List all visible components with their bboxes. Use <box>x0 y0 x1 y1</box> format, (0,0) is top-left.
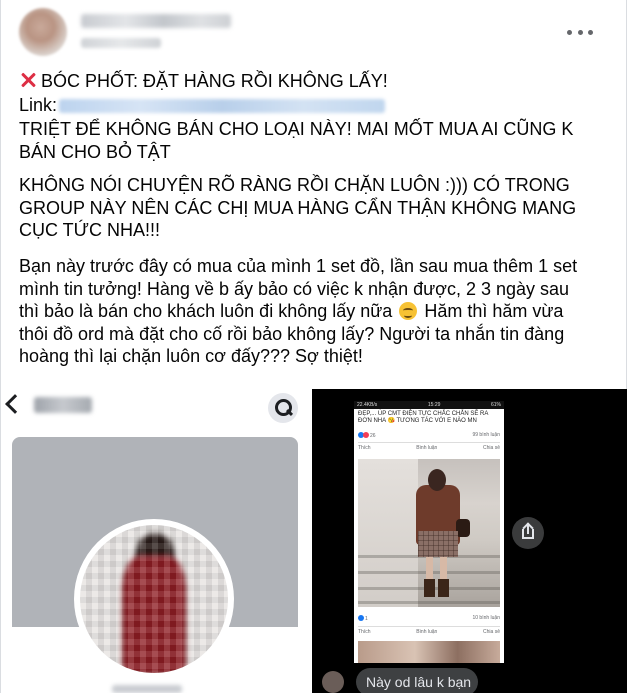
author-avatar[interactable] <box>19 8 67 56</box>
action-bar-1: Thích Bình luận Chia sẻ <box>358 442 500 451</box>
shared-post-preview[interactable]: 22.4KB/s 15:29 61% ĐẸP,... ÚP CMT ĐIỆN T… <box>354 401 504 663</box>
like-icon <box>358 615 364 621</box>
post-title: BÓC PHỐT: ĐẶT HÀNG RỒI KHÔNG LẤY! <box>41 71 388 91</box>
action-bar-2: Thích Bình luận Chia sẻ <box>358 626 500 635</box>
search-icon[interactable] <box>268 393 298 423</box>
post-timestamp-blurred[interactable] <box>81 38 161 48</box>
share-button[interactable]: Chia sẻ <box>483 445 500 451</box>
share-icon[interactable] <box>512 517 544 549</box>
cross-mark-icon <box>19 71 37 89</box>
post-header <box>1 0 627 62</box>
love-icon <box>363 432 369 438</box>
post-paragraph-3: Bạn này trước đây có mua của mình 1 set … <box>19 255 619 368</box>
post-link-blurred[interactable] <box>59 99 385 113</box>
post-paragraph-1: TRIỆT ĐỂ KHÔNG BÁN CHO LOẠI NÀY! MAI MỐT… <box>19 119 574 162</box>
facebook-post: BÓC PHỐT: ĐẶT HÀNG RỒI KHÔNG LẤY! Link: … <box>0 0 627 693</box>
phone-status-bar: 22.4KB/s 15:29 61% <box>354 401 504 409</box>
status-time: 15:29 <box>427 402 441 408</box>
post-paragraph-2: KHÔNG NÓI CHUYỆN RÕ RÀNG RỒI CHẶN LUÔN :… <box>19 175 577 240</box>
attached-image-profile[interactable] <box>2 389 307 693</box>
profile-display-name-blurred <box>112 685 182 693</box>
status-network-speed: 22.4KB/s <box>357 402 378 408</box>
profile-picture-blurred[interactable] <box>80 525 228 673</box>
profile-name-blurred <box>34 397 92 413</box>
like-button[interactable]: Thích <box>358 629 371 635</box>
sender-avatar <box>322 671 344 693</box>
comment-button[interactable]: Bình luận <box>416 629 437 635</box>
reaction-summary-2: 1 10 bình luận <box>358 615 500 622</box>
back-arrow-icon[interactable] <box>5 394 25 414</box>
post-title-line: BÓC PHỐT: ĐẶT HÀNG RỒI KHÔNG LẤY! <box>19 70 619 93</box>
outfit-photo <box>358 459 500 607</box>
reaction-summary-1: 26 99 bình luận <box>358 432 500 439</box>
message-bubble[interactable]: Này od lâu k bạn <box>356 668 478 693</box>
more-options-icon[interactable] <box>567 22 593 42</box>
smirking-face-icon <box>399 302 418 320</box>
second-photo-preview <box>358 641 500 663</box>
status-battery: 61% <box>490 402 501 408</box>
comment-button[interactable]: Bình luận <box>416 445 437 451</box>
author-name-blurred[interactable] <box>81 14 231 28</box>
attached-image-chat[interactable]: 22.4KB/s 15:29 61% ĐẸP,... ÚP CMT ĐIỆN T… <box>312 389 627 693</box>
like-button[interactable]: Thích <box>358 445 371 451</box>
shared-post-caption: ĐẸP,... ÚP CMT ĐIỆN TỰC CHẮC CHẮN SẼ RA … <box>358 411 489 424</box>
share-button[interactable]: Chia sẻ <box>483 629 500 635</box>
